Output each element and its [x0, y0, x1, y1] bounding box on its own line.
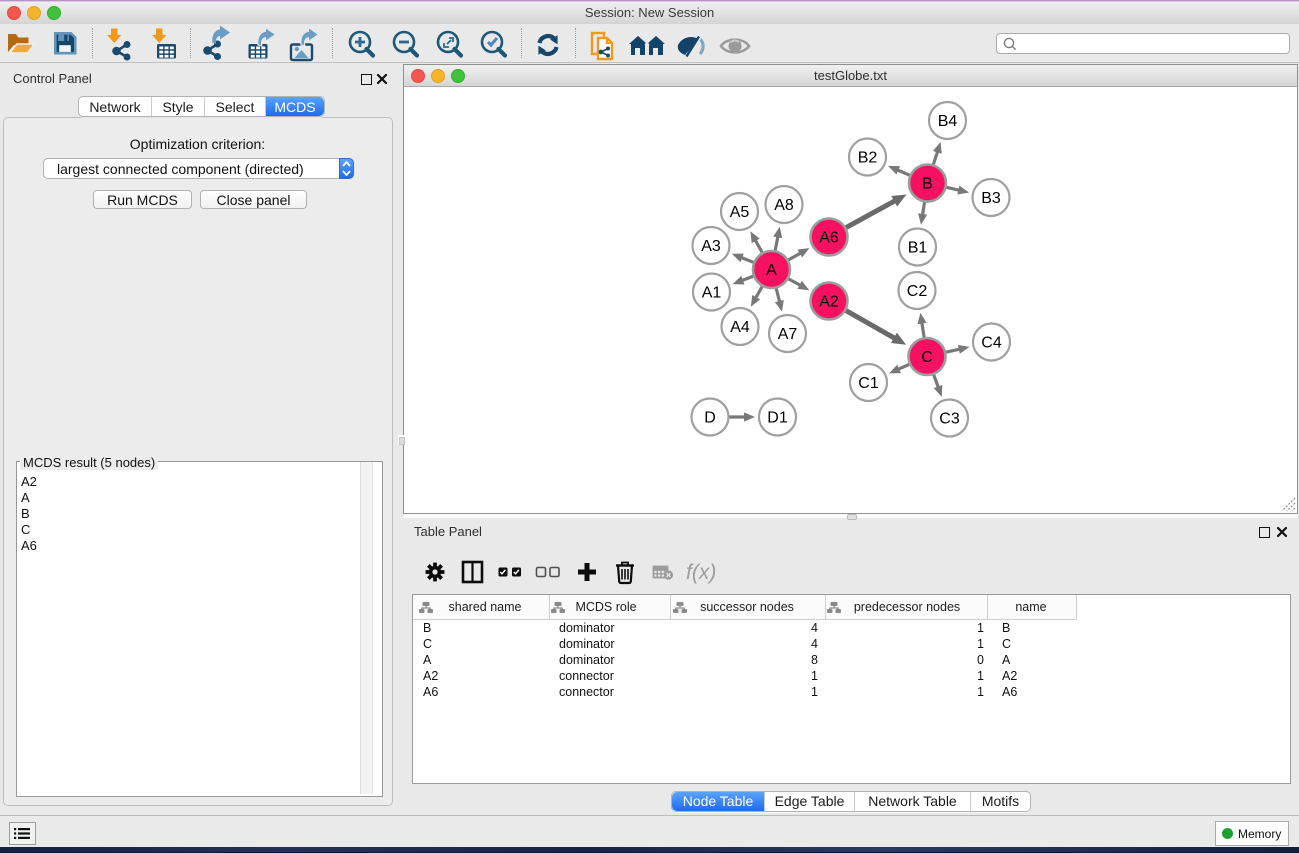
- svg-text:A2: A2: [819, 294, 839, 311]
- svg-text:D: D: [704, 410, 716, 427]
- svg-text:C: C: [921, 349, 933, 366]
- svg-text:f(x): f(x): [686, 561, 716, 584]
- svg-text:B1: B1: [908, 240, 928, 257]
- svg-text:B3: B3: [981, 190, 1001, 207]
- svg-text:A: A: [766, 262, 777, 279]
- svg-text:A4: A4: [730, 319, 750, 336]
- svg-text:C2: C2: [907, 283, 928, 300]
- svg-text:B: B: [922, 176, 933, 193]
- svg-text:A1: A1: [702, 285, 722, 302]
- svg-text:A8: A8: [774, 197, 794, 214]
- svg-text:D1: D1: [767, 410, 788, 427]
- svg-text:B4: B4: [938, 113, 958, 130]
- svg-text:B2: B2: [858, 150, 878, 167]
- svg-text:A7: A7: [778, 326, 798, 343]
- svg-text:A6: A6: [819, 230, 839, 247]
- svg-text:A3: A3: [701, 238, 721, 255]
- svg-text:C1: C1: [858, 375, 879, 392]
- svg-text:A5: A5: [730, 204, 750, 221]
- svg-text:C4: C4: [981, 335, 1002, 352]
- svg-text:C3: C3: [939, 411, 960, 428]
